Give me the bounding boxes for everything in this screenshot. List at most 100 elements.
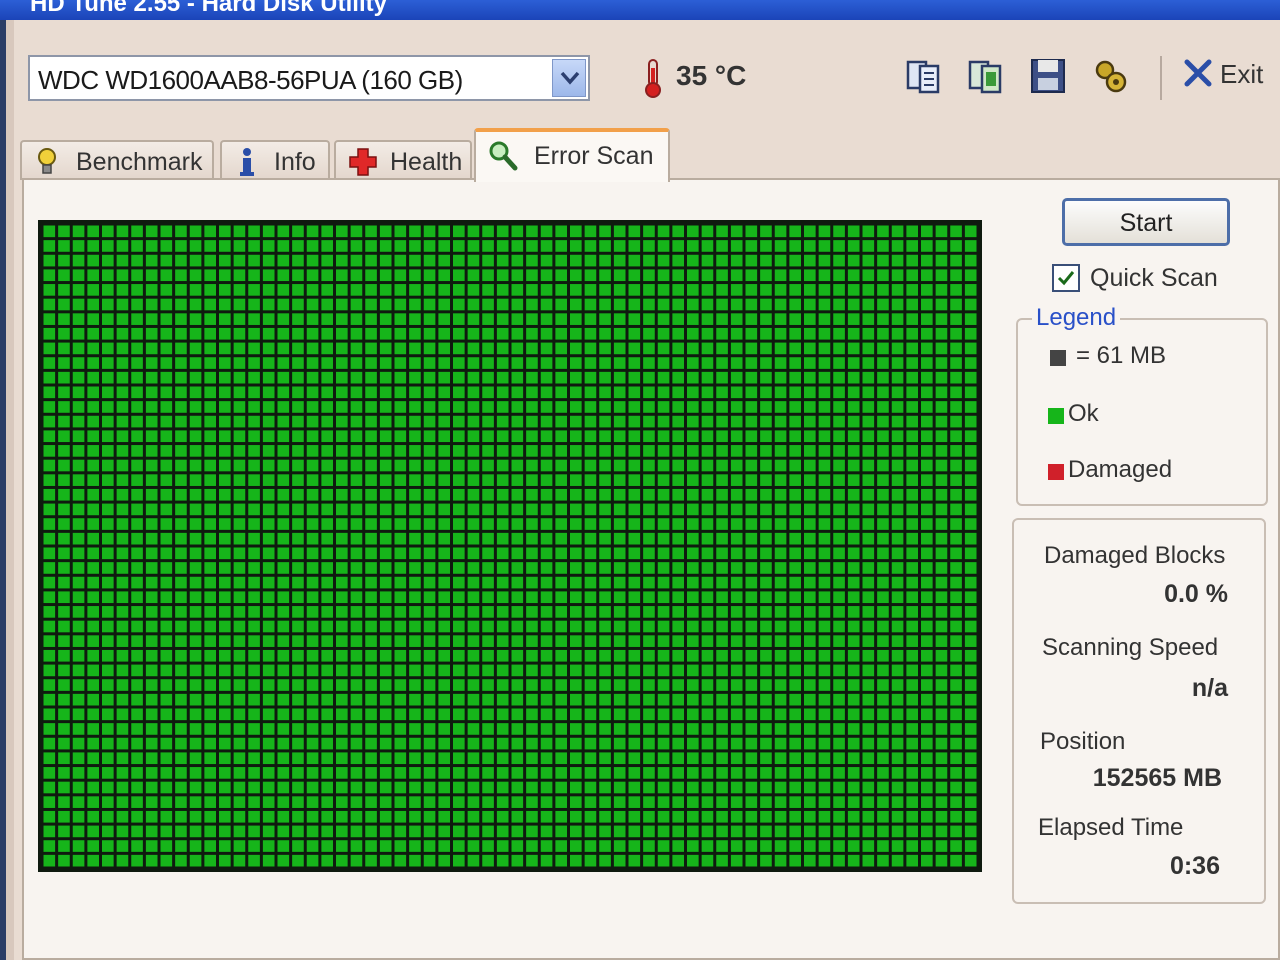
- scan-block: [613, 576, 626, 589]
- scan-block: [599, 269, 611, 282]
- scan-block: [438, 810, 451, 823]
- scan-block: [453, 679, 465, 691]
- scan-block: [306, 488, 319, 501]
- scan-block: [204, 693, 217, 706]
- scan-block: [116, 357, 129, 369]
- copy-screenshot-icon[interactable]: [966, 56, 1006, 96]
- scan-block: [482, 825, 494, 838]
- scan-block: [613, 225, 626, 238]
- scan-block: [233, 269, 246, 282]
- chevron-down-icon[interactable]: [552, 59, 586, 97]
- scan-block: [511, 459, 524, 472]
- scan-block: [145, 371, 158, 384]
- scan-block: [760, 386, 772, 399]
- scan-block: [672, 854, 685, 867]
- scan-block: [804, 327, 816, 340]
- scan-block: [131, 635, 143, 647]
- scan-block: [336, 562, 348, 574]
- scan-block: [760, 313, 772, 325]
- scan-block: [950, 767, 962, 779]
- scan-block: [540, 327, 553, 340]
- scan-block: [277, 284, 290, 296]
- scan-block: [613, 752, 626, 765]
- scan-block: [526, 547, 538, 560]
- scan-block: [233, 606, 246, 618]
- scan-block: [394, 386, 407, 399]
- scan-block: [540, 532, 553, 545]
- scan-block: [774, 313, 787, 325]
- scan-block: [423, 371, 436, 384]
- scan-block: [891, 810, 904, 823]
- scan-block: [379, 269, 392, 282]
- exit-button[interactable]: Exit: [1180, 57, 1270, 93]
- scan-block: [774, 327, 787, 340]
- scan-block: [760, 840, 772, 852]
- scan-block: [394, 284, 407, 296]
- tab-info[interactable]: Info: [220, 140, 330, 180]
- scan-block: [321, 737, 334, 750]
- scan-block: [716, 225, 728, 238]
- scan-block: [540, 737, 553, 750]
- scan-block: [804, 781, 816, 794]
- scan-block: [877, 840, 889, 852]
- scan-block: [657, 313, 670, 325]
- scan-block: [818, 752, 831, 765]
- scan-block: [657, 474, 670, 486]
- scan-block: [321, 269, 334, 282]
- scan-block: [321, 240, 334, 252]
- scan-block: [818, 240, 831, 252]
- scan-block: [643, 225, 655, 238]
- scan-block: [921, 532, 933, 545]
- scan-block: [350, 664, 363, 677]
- scan-block: [950, 591, 962, 604]
- tab-health[interactable]: Health: [334, 140, 472, 180]
- scan-block: [745, 635, 758, 647]
- drive-dropdown[interactable]: WDC WD1600AAB8-56PUA (160 GB): [28, 55, 590, 101]
- tab-benchmark[interactable]: Benchmark: [20, 140, 214, 180]
- scan-block: [877, 371, 889, 384]
- scan-block: [716, 737, 728, 750]
- options-icon[interactable]: [1090, 56, 1130, 96]
- scan-block: [570, 313, 582, 325]
- scan-block: [687, 723, 699, 735]
- copy-info-icon[interactable]: [904, 56, 944, 96]
- scan-block: [950, 313, 962, 325]
- scan-block: [584, 635, 597, 647]
- scan-block: [379, 854, 392, 867]
- scan-block: [599, 488, 611, 501]
- scan-block: [365, 430, 377, 443]
- scan-block: [336, 825, 348, 838]
- scan-block: [379, 503, 392, 516]
- scan-block: [204, 225, 217, 238]
- scan-block: [496, 503, 509, 516]
- scan-block: [672, 342, 685, 355]
- scan-block: [394, 503, 407, 516]
- scan-block: [379, 445, 392, 457]
- scan-block: [613, 840, 626, 852]
- scan-block: [453, 693, 465, 706]
- title-bar[interactable]: HD Tune 2.55 - Hard Disk Utility: [0, 0, 1280, 20]
- scan-block: [862, 781, 875, 794]
- quick-scan-label[interactable]: Quick Scan: [1090, 264, 1218, 293]
- scan-block: [599, 854, 611, 867]
- scan-block: [365, 371, 377, 384]
- scan-block: [862, 767, 875, 779]
- scan-block: [877, 649, 889, 662]
- scan-block: [526, 796, 538, 808]
- quick-scan-checkbox[interactable]: [1052, 264, 1080, 292]
- scan-block: [672, 664, 685, 677]
- save-icon[interactable]: [1028, 56, 1068, 96]
- scan-block: [804, 371, 816, 384]
- scan-block: [804, 313, 816, 325]
- scan-block: [160, 810, 173, 823]
- scan-block: [262, 591, 275, 604]
- scan-block: [496, 562, 509, 574]
- start-button[interactable]: Start: [1062, 198, 1230, 246]
- scan-block: [175, 708, 187, 721]
- scan-block: [555, 401, 568, 413]
- scan-block: [921, 635, 933, 647]
- scan-block: [526, 518, 538, 530]
- tab-error-scan[interactable]: Error Scan: [474, 128, 670, 182]
- scan-block: [599, 503, 611, 516]
- scan-block: [131, 767, 143, 779]
